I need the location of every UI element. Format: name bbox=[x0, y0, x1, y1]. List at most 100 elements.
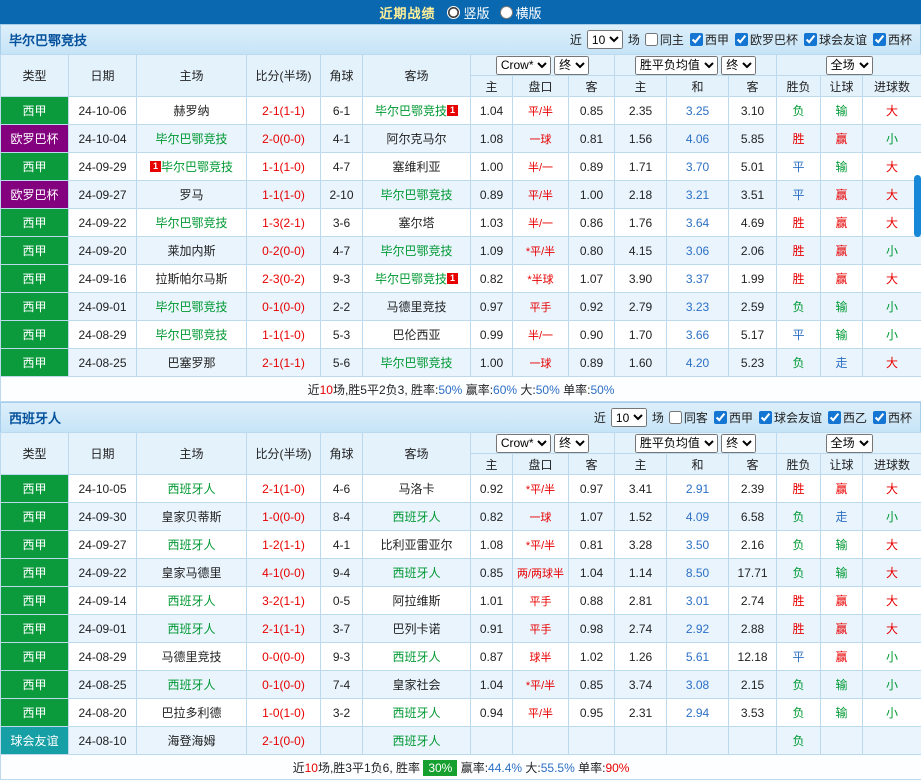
scrollbar-thumb[interactable] bbox=[914, 175, 921, 237]
filter-checkbox[interactable]: 西甲 bbox=[690, 31, 729, 48]
scope-select[interactable]: 全场 bbox=[826, 434, 873, 453]
team-name[interactable]: 巴塞罗那 bbox=[167, 356, 215, 370]
filter-checkbox[interactable]: 西杯 bbox=[873, 31, 912, 48]
avg-source-select[interactable]: 胜平负均值 bbox=[635, 56, 718, 75]
team-name[interactable]: 毕尔巴鄂竞技 bbox=[155, 216, 227, 230]
col-corners: 角球 bbox=[321, 433, 363, 475]
filter-checkbox[interactable]: 西甲 bbox=[714, 409, 753, 426]
league-cell: 西甲 bbox=[1, 237, 69, 265]
filter-checkbox-input[interactable] bbox=[759, 411, 772, 424]
team-name[interactable]: 马德里竞技 bbox=[161, 650, 221, 664]
summary-text: 场,胜5平2负3, 胜率: bbox=[333, 383, 438, 397]
odds-away-cell: 1.07 bbox=[569, 265, 615, 293]
odds-home-cell bbox=[471, 727, 513, 755]
team-name[interactable]: 毕尔巴鄂竞技 bbox=[375, 104, 447, 118]
result-outcome-cell: 负 bbox=[777, 97, 821, 125]
avg-final-select[interactable]: 终 bbox=[721, 434, 756, 453]
filter-checkbox[interactable]: 同主 bbox=[645, 31, 684, 48]
league-filter-checkboxes: 同客西甲球会友谊西乙西杯 bbox=[669, 409, 912, 426]
team-name[interactable]: 西班牙人 bbox=[392, 734, 440, 748]
team-name[interactable]: 马洛卡 bbox=[398, 482, 434, 496]
team-name[interactable]: 塞尔塔 bbox=[398, 216, 434, 230]
layout-radio-horizontal[interactable]: 横版 bbox=[500, 3, 542, 22]
filter-checkbox-input[interactable] bbox=[714, 411, 727, 424]
filter-checkbox-input[interactable] bbox=[804, 33, 817, 46]
team-name[interactable]: 巴列卡诺 bbox=[392, 622, 440, 636]
team-name[interactable]: 毕尔巴鄂竞技 bbox=[155, 132, 227, 146]
odds-source-select[interactable]: Crow* bbox=[496, 434, 551, 453]
handicap-cell: 半/一 bbox=[513, 153, 569, 181]
filter-checkbox-label: 欧罗巴杯 bbox=[750, 31, 798, 48]
team-name[interactable]: 毕尔巴鄂竞技 bbox=[161, 160, 233, 174]
filter-checkbox-input[interactable] bbox=[669, 411, 682, 424]
team-name[interactable]: 莱加内斯 bbox=[167, 244, 215, 258]
team-name[interactable]: 毕尔巴鄂竞技 bbox=[380, 244, 452, 258]
filter-checkbox-input[interactable] bbox=[828, 411, 841, 424]
scope-select[interactable]: 全场 bbox=[826, 56, 873, 75]
team-name[interactable]: 赫罗纳 bbox=[173, 104, 209, 118]
filter-checkbox-input[interactable] bbox=[645, 33, 658, 46]
avg-source-select[interactable]: 胜平负均值 bbox=[635, 434, 718, 453]
filter-checkbox[interactable]: 同客 bbox=[669, 409, 708, 426]
layout-radio-horizontal-input[interactable] bbox=[500, 6, 513, 19]
team-name[interactable]: 西班牙人 bbox=[167, 622, 215, 636]
team-name[interactable]: 皇家马德里 bbox=[161, 566, 221, 580]
result-outcome-cell: 胜 bbox=[777, 615, 821, 643]
away-team-cell: 毕尔巴鄂竞技1 bbox=[363, 97, 471, 125]
team-name[interactable]: 皇家社会 bbox=[392, 678, 440, 692]
team-name[interactable]: 巴拉多利德 bbox=[161, 706, 221, 720]
filter-checkbox-input[interactable] bbox=[690, 33, 703, 46]
layout-radio-vertical[interactable]: 竖版 bbox=[447, 3, 489, 22]
team-name[interactable]: 西班牙人 bbox=[167, 678, 215, 692]
team-name[interactable]: 毕尔巴鄂竞技 bbox=[155, 328, 227, 342]
summary-text: 50% bbox=[590, 383, 614, 397]
filter-checkbox[interactable]: 球会友谊 bbox=[759, 409, 822, 426]
avg-away-cell: 5.85 bbox=[729, 125, 777, 153]
team-name[interactable]: 皇家贝蒂斯 bbox=[161, 510, 221, 524]
odds-final-select[interactable]: 终 bbox=[554, 434, 589, 453]
team-name[interactable]: 阿尔克马尔 bbox=[386, 132, 446, 146]
filter-checkbox-input[interactable] bbox=[735, 33, 748, 46]
team-name[interactable]: 比利亚雷亚尔 bbox=[380, 538, 452, 552]
odds-final-select[interactable]: 终 bbox=[554, 56, 589, 75]
team-name[interactable]: 西班牙人 bbox=[167, 594, 215, 608]
odds-source-select[interactable]: Crow* bbox=[496, 56, 551, 75]
filter-checkbox[interactable]: 欧罗巴杯 bbox=[735, 31, 798, 48]
avg-away-cell: 5.17 bbox=[729, 321, 777, 349]
odds-home-cell: 1.04 bbox=[471, 97, 513, 125]
team-name[interactable]: 塞维利亚 bbox=[392, 160, 440, 174]
team-name[interactable]: 海登海姆 bbox=[167, 734, 215, 748]
team-name[interactable]: 西班牙人 bbox=[392, 706, 440, 720]
team-name[interactable]: 西班牙人 bbox=[392, 566, 440, 580]
team-name[interactable]: 毕尔巴鄂竞技 bbox=[380, 188, 452, 202]
filter-checkbox[interactable]: 西杯 bbox=[873, 409, 912, 426]
layout-radio-vertical-input[interactable] bbox=[447, 6, 460, 19]
team-name[interactable]: 毕尔巴鄂竞技 bbox=[375, 272, 447, 286]
team-name[interactable]: 罗马 bbox=[179, 188, 203, 202]
team-name[interactable]: 阿拉维斯 bbox=[392, 594, 440, 608]
date-cell: 24-08-29 bbox=[69, 321, 137, 349]
corners-cell: 5-3 bbox=[321, 321, 363, 349]
team-name[interactable]: 西班牙人 bbox=[167, 538, 215, 552]
team-name[interactable]: 马德里竞技 bbox=[386, 300, 446, 314]
filter-checkbox[interactable]: 球会友谊 bbox=[804, 31, 867, 48]
filter-checkbox-input[interactable] bbox=[873, 411, 886, 424]
avg-home-cell: 1.26 bbox=[615, 643, 667, 671]
team-name[interactable]: 毕尔巴鄂竞技 bbox=[155, 300, 227, 314]
filter-checkbox-input[interactable] bbox=[873, 33, 886, 46]
avg-draw-cell: 3.64 bbox=[667, 209, 729, 237]
games-count-select[interactable]: 10 bbox=[611, 408, 647, 427]
avg-header-cell: 胜平负均值 终 bbox=[615, 433, 777, 454]
avg-final-select[interactable]: 终 bbox=[721, 56, 756, 75]
score-cell: 1-0(0-0) bbox=[247, 503, 321, 531]
team-name[interactable]: 西班牙人 bbox=[392, 510, 440, 524]
odds-home-cell: 1.00 bbox=[471, 349, 513, 377]
games-count-select[interactable]: 10 bbox=[587, 30, 623, 49]
filter-checkbox[interactable]: 西乙 bbox=[828, 409, 867, 426]
team-name[interactable]: 拉斯帕尔马斯 bbox=[155, 272, 227, 286]
team-name[interactable]: 西班牙人 bbox=[392, 650, 440, 664]
team-name[interactable]: 毕尔巴鄂竞技 bbox=[380, 356, 452, 370]
team-name[interactable]: 巴伦西亚 bbox=[392, 328, 440, 342]
team-name[interactable]: 西班牙人 bbox=[167, 482, 215, 496]
handicap-cell: 平手 bbox=[513, 293, 569, 321]
